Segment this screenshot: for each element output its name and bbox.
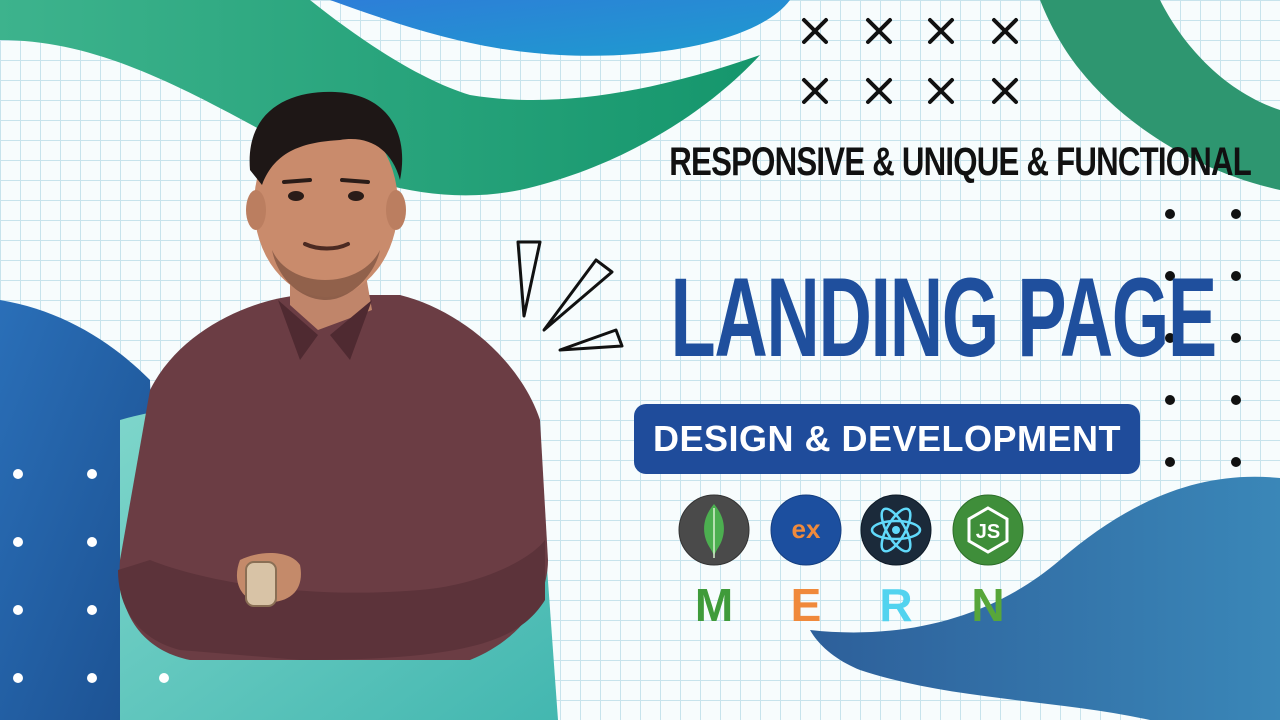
nodejs-icon: JS xyxy=(952,494,1024,566)
stack-letter-n: N xyxy=(971,579,1005,631)
express-icon: ex xyxy=(770,494,842,566)
badge-label: DESIGN & DEVELOPMENT xyxy=(652,418,1122,459)
react-icon xyxy=(860,494,932,566)
headline: LANDING PAGE xyxy=(670,255,1218,380)
mongodb-icon xyxy=(678,494,750,566)
design-development-badge: DESIGN & DEVELOPMENT xyxy=(634,404,1140,474)
speed-lines xyxy=(516,240,624,352)
top-blue-wave xyxy=(330,0,790,56)
stack-letter-r: R xyxy=(879,579,913,631)
stack-letter-m: M xyxy=(694,579,734,631)
tagline: RESPONSIVE & UNIQUE & FUNCTIONAL xyxy=(669,140,1252,184)
svg-text:ex: ex xyxy=(792,514,821,544)
stack-letter-e: E xyxy=(790,579,822,631)
x-marks xyxy=(802,18,1018,104)
svg-text:JS: JS xyxy=(976,521,1000,543)
